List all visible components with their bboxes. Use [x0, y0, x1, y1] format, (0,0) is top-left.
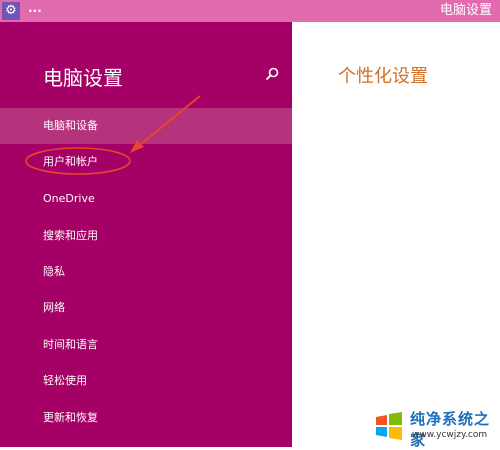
- sidebar-item-label: 更新和恢复: [43, 411, 98, 424]
- sidebar: 电脑设置 电脑和设备 用户和帐户 OneDrive 搜索和应用 隐私 网络 时间…: [0, 22, 292, 447]
- window-title: 电脑设置: [439, 3, 492, 18]
- windows-logo-icon: [376, 412, 402, 440]
- watermark-name: 纯净系统之家: [410, 410, 491, 449]
- sidebar-item-search-and-apps[interactable]: 搜索和应用: [0, 218, 292, 254]
- watermark: 纯净系统之家 www.ycwjzy.com: [368, 404, 500, 449]
- sidebar-item-update-and-recovery[interactable]: 更新和恢复: [0, 400, 292, 436]
- sidebar-item-label: 轻松使用: [43, 374, 87, 387]
- watermark-url: www.ycwjzy.com: [412, 430, 488, 440]
- sidebar-item-users-and-accounts[interactable]: 用户和帐户: [0, 144, 292, 180]
- sidebar-item-label: 用户和帐户: [43, 155, 98, 168]
- sidebar-title: 电脑设置: [43, 66, 123, 90]
- sidebar-item-label: 时间和语言: [43, 338, 98, 351]
- sidebar-item-network[interactable]: 网络: [0, 290, 292, 326]
- sidebar-item-pc-and-devices[interactable]: 电脑和设备: [0, 108, 292, 144]
- sidebar-item-label: 网络: [43, 301, 65, 314]
- title-bar: ⚙ ... 电脑设置: [0, 0, 500, 22]
- sidebar-item-label: OneDrive: [43, 192, 95, 205]
- main-pane: 个性化设置: [292, 22, 500, 447]
- sidebar-item-label: 搜索和应用: [43, 229, 98, 242]
- sidebar-item-label: 隐私: [43, 265, 65, 278]
- sidebar-item-onedrive[interactable]: OneDrive: [0, 181, 292, 217]
- sidebar-item-ease-of-access[interactable]: 轻松使用: [0, 363, 292, 399]
- sidebar-item-privacy[interactable]: 隐私: [0, 254, 292, 290]
- settings-gear-icon[interactable]: ⚙: [2, 2, 20, 20]
- sidebar-item-label: 电脑和设备: [43, 119, 98, 132]
- sidebar-item-time-and-language[interactable]: 时间和语言: [0, 327, 292, 363]
- menu-dots-button[interactable]: ...: [28, 0, 42, 22]
- search-icon[interactable]: [264, 66, 280, 82]
- page-title: 个性化设置: [338, 66, 428, 87]
